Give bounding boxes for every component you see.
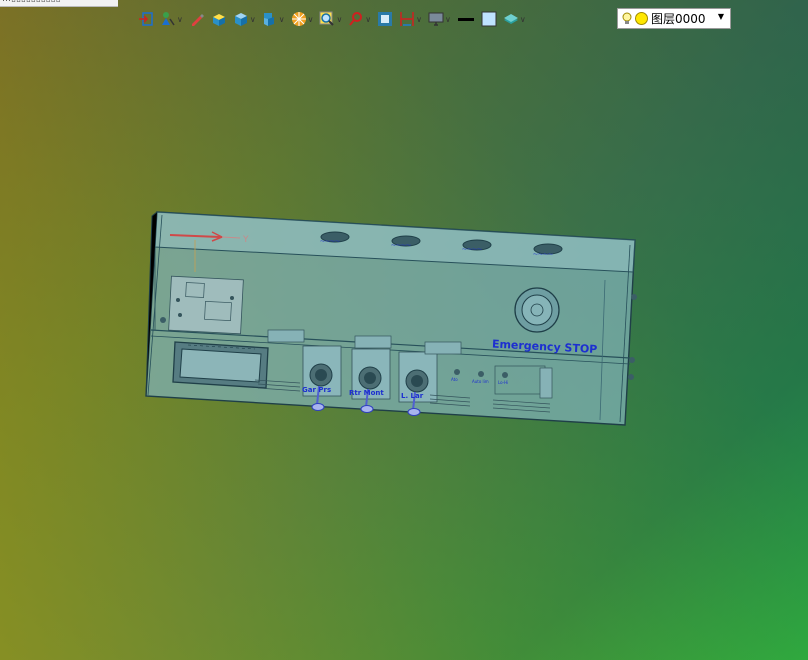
svg-text:⁓⁓⁓⁓: ⁓⁓⁓⁓ [391,243,411,249]
switch-label-1: Ato [451,377,458,382]
svg-text:⁓⁓⁓⁓: ⁓⁓⁓⁓ [462,247,482,253]
switch-label-3: Lo-Hi [498,380,508,385]
svg-text:Y: Y [242,235,249,245]
switch-label-2: Auto lim [472,379,489,384]
lcd-window [172,341,269,389]
pcb-board [168,275,244,335]
svg-text:⁓⁓⁓⁓: ⁓⁓⁓⁓ [533,252,553,258]
knob-label-1: Gar Prs [302,386,331,394]
emergency-stop-button [514,287,560,333]
svg-text:⁓⁓⁓⁓: ⁓⁓⁓⁓ [320,239,340,245]
knob-label-2: Rtr Mont [349,389,384,397]
cad-model-view[interactable]: Y ⁓⁓⁓⁓ ⁓⁓⁓⁓ ⁓⁓⁓⁓ ⁓⁓⁓⁓ Emergency STOP Gar… [0,0,808,660]
knob-label-3: L. Lar [401,392,424,400]
